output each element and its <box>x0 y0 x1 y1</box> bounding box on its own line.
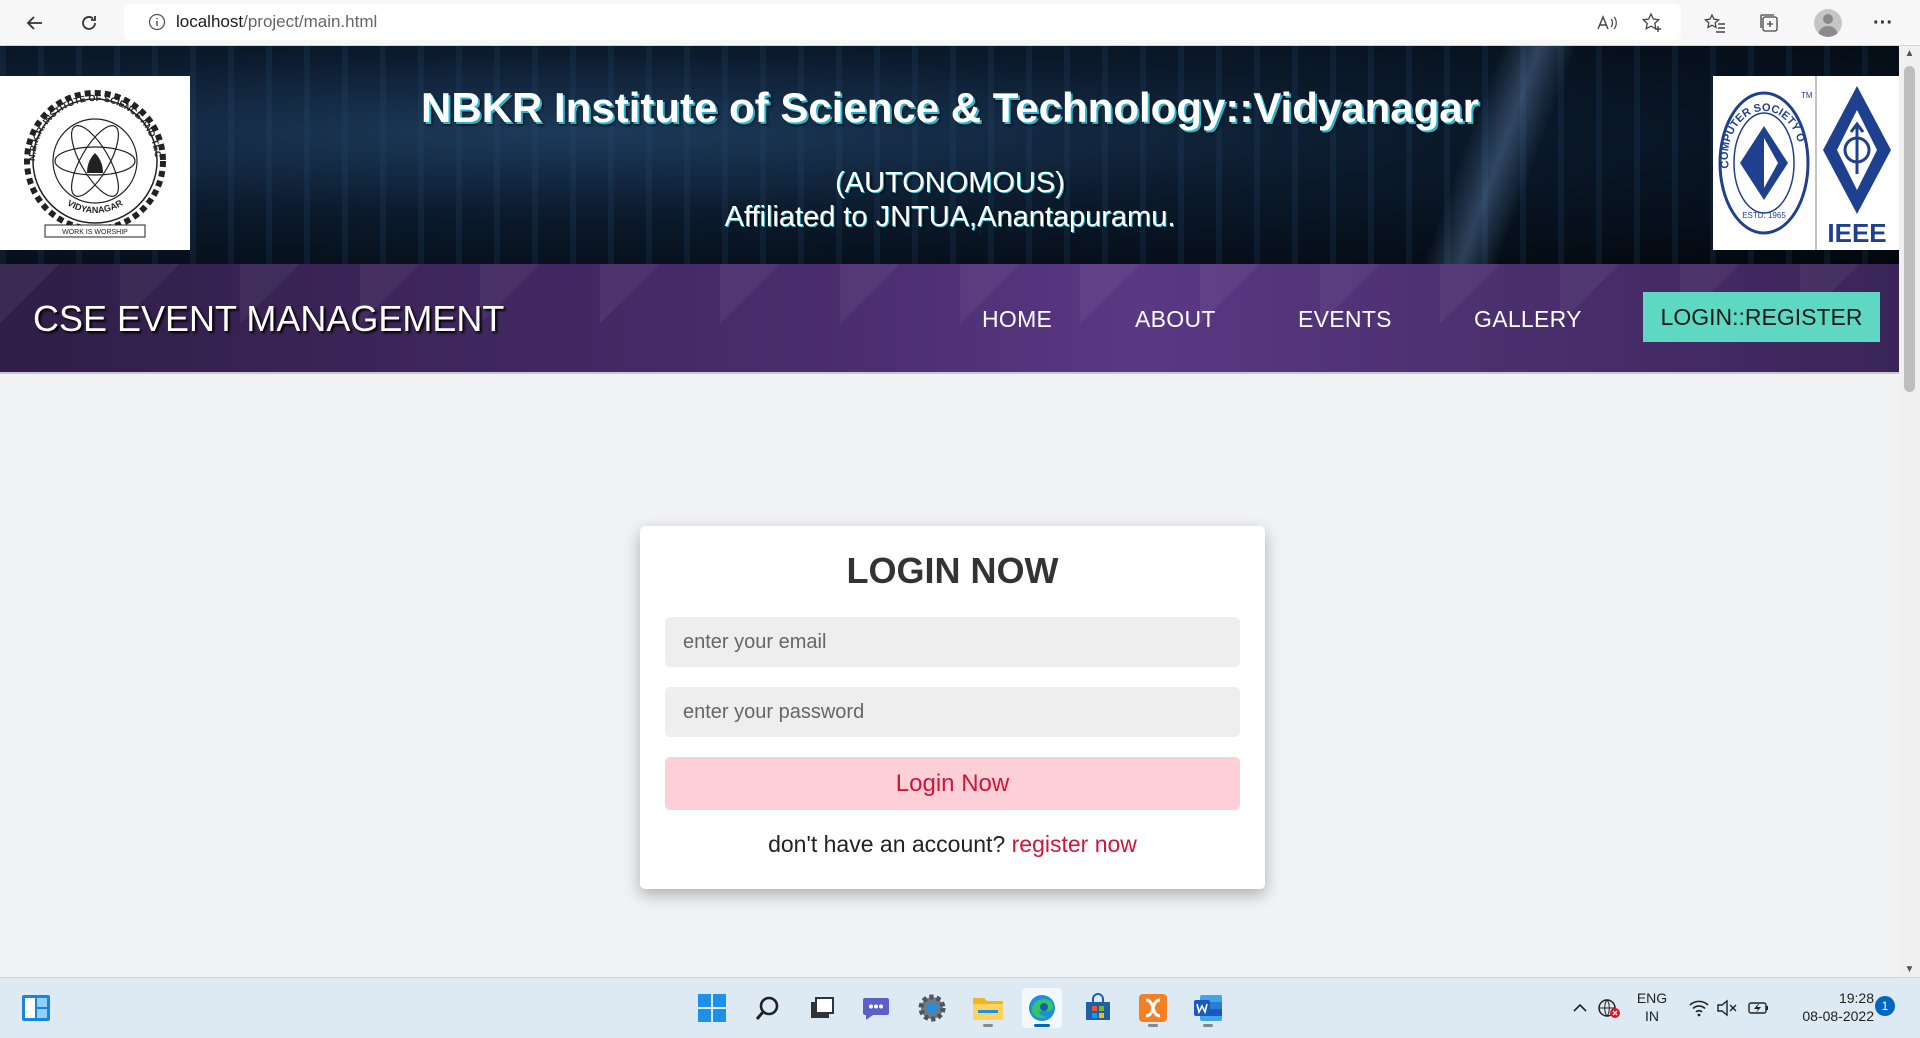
windows-taskbar: ENG IN 19:28 08-08-2022 1 <box>0 977 1920 1038</box>
site-brand[interactable]: CSE EVENT MANAGEMENT <box>33 298 504 340</box>
notification-badge[interactable]: 1 <box>1875 996 1895 1016</box>
address-bar[interactable]: localhost/project/main.html <box>124 4 1681 40</box>
wifi-icon <box>1689 1000 1709 1017</box>
csi-est: ESTD. 1965 <box>1742 211 1786 220</box>
running-indicator <box>1203 1024 1213 1027</box>
register-link[interactable]: register now <box>1012 831 1137 857</box>
url-host: localhost <box>176 12 244 31</box>
clock[interactable]: 19:28 08-08-2022 <box>1780 989 1874 1025</box>
avatar <box>1814 9 1842 37</box>
ieee-label: IEEE <box>1827 218 1886 248</box>
profile-button[interactable] <box>1813 8 1843 38</box>
start-icon <box>698 994 726 1022</box>
login-register-button[interactable]: LOGIN::REGISTER <box>1643 292 1880 342</box>
chat-icon <box>863 998 889 1020</box>
word-icon <box>1194 995 1222 1021</box>
widgets-button[interactable] <box>16 988 56 1028</box>
language-indicator[interactable]: ENG IN <box>1636 989 1668 1025</box>
page-viewport: N.B.K.R. INSTITUTE OF SCIENCE AND TECHNO… <box>0 46 1899 977</box>
read-aloud-button[interactable] <box>1592 8 1622 38</box>
language-code: ENG <box>1636 990 1668 1006</box>
battery-charging-icon <box>1748 1002 1768 1014</box>
volume-button[interactable] <box>1712 988 1742 1028</box>
chevron-up-icon <box>1573 1003 1587 1012</box>
show-hidden-icons-button[interactable] <box>1568 988 1592 1028</box>
ieee-logo-icon: IEEE <box>1815 76 1891 250</box>
email-field[interactable] <box>665 617 1240 667</box>
college-logo: N.B.K.R. INSTITUTE OF SCIENCE AND TECHNO… <box>0 76 190 250</box>
society-logos: COMPUTER SOCIETY OF INDIA ESTD. 1965 TM … <box>1713 76 1899 250</box>
task-view-icon <box>811 997 834 1018</box>
logo-motto: WORK IS WORSHIP <box>62 229 128 236</box>
nav-gallery[interactable]: GALLERY <box>1474 306 1582 333</box>
affiliation-label: Affiliated to JNTUA,Anantapuramu. <box>724 201 1176 233</box>
back-button[interactable] <box>20 8 50 38</box>
refresh-icon <box>82 16 96 30</box>
read-aloud-icon <box>1597 15 1617 30</box>
url-path: /project/main.html <box>243 12 378 31</box>
register-prompt-text: don't have an account? <box>768 831 1006 857</box>
login-form: LOGIN NOW Login Now don't have an accoun… <box>640 526 1265 889</box>
main-navbar: CSE EVENT MANAGEMENT HOME ABOUT EVENTS G… <box>0 264 1899 374</box>
file-explorer-icon <box>973 998 1003 1020</box>
settings-button[interactable] <box>912 988 952 1028</box>
wifi-button[interactable] <box>1684 988 1714 1028</box>
nav-about[interactable]: ABOUT <box>1135 306 1216 333</box>
network-error-button[interactable] <box>1594 988 1624 1028</box>
edge-icon <box>1029 995 1055 1021</box>
institute-subtitle: (AUTONOMOUS) Affiliated to JNTUA,Anantap… <box>500 166 1400 234</box>
region-code: IN <box>1645 1008 1659 1024</box>
search-button[interactable] <box>748 988 788 1028</box>
refresh-button[interactable] <box>74 8 104 38</box>
favorites-button[interactable] <box>1700 8 1730 38</box>
login-submit-button[interactable]: Login Now <box>665 757 1240 810</box>
college-emblem-icon: N.B.K.R. INSTITUTE OF SCIENCE AND TECHNO… <box>7 83 166 238</box>
institute-title: NBKR Institute of Science & Technology::… <box>421 84 1479 131</box>
word-button[interactable] <box>1188 988 1228 1028</box>
add-favorite-button[interactable] <box>1637 8 1667 38</box>
nav-home[interactable]: HOME <box>982 306 1052 333</box>
clock-date: 08-08-2022 <box>1802 1008 1874 1024</box>
store-button[interactable] <box>1078 988 1118 1028</box>
start-button[interactable] <box>692 988 732 1028</box>
battery-button[interactable] <box>1744 988 1774 1028</box>
header-banner: N.B.K.R. INSTITUTE OF SCIENCE AND TECHNO… <box>0 46 1899 264</box>
settings-icon <box>918 994 946 1022</box>
nav-events[interactable]: EVENTS <box>1298 306 1392 333</box>
ellipsis-icon: ··· <box>1873 11 1893 34</box>
task-view-button[interactable] <box>802 988 842 1028</box>
login-title: LOGIN NOW <box>846 550 1059 591</box>
edge-button[interactable] <box>1022 988 1062 1028</box>
store-icon <box>1086 993 1110 1020</box>
running-indicator <box>983 1024 993 1027</box>
favorites-icon <box>1704 13 1725 33</box>
collections-button[interactable] <box>1754 8 1784 38</box>
star-plus-icon <box>1641 12 1661 32</box>
chat-button[interactable] <box>856 988 896 1028</box>
running-indicator <box>1148 1024 1158 1027</box>
password-field[interactable] <box>665 687 1240 737</box>
scrollbar-thumb[interactable] <box>1904 66 1915 392</box>
info-icon <box>148 13 166 31</box>
network-error-icon <box>1598 999 1620 1018</box>
volume-muted-icon <box>1717 999 1737 1017</box>
csi-logo-icon: COMPUTER SOCIETY OF INDIA ESTD. 1965 TM <box>1713 76 1813 235</box>
register-prompt: don't have an account? register now <box>640 831 1265 858</box>
xampp-icon <box>1139 994 1167 1022</box>
active-indicator <box>1034 1024 1050 1027</box>
scroll-up-icon[interactable]: ▲ <box>1899 48 1920 59</box>
autonomous-label: (AUTONOMOUS) <box>835 167 1065 199</box>
search-icon <box>755 996 779 1020</box>
browser-toolbar: localhost/project/main.html ··· <box>0 0 1920 46</box>
collections-icon <box>1760 14 1778 32</box>
widgets-icon <box>22 995 50 1021</box>
clock-time: 19:28 <box>1838 990 1874 1006</box>
back-arrow-icon <box>26 16 42 30</box>
scroll-down-icon[interactable]: ▼ <box>1899 964 1920 975</box>
csi-tm: TM <box>1801 91 1813 100</box>
page-scrollbar[interactable]: ▲ ▼ <box>1899 46 1920 977</box>
more-options-button[interactable]: ··· <box>1868 8 1898 38</box>
xampp-button[interactable] <box>1133 988 1173 1028</box>
file-explorer-button[interactable] <box>968 988 1008 1028</box>
